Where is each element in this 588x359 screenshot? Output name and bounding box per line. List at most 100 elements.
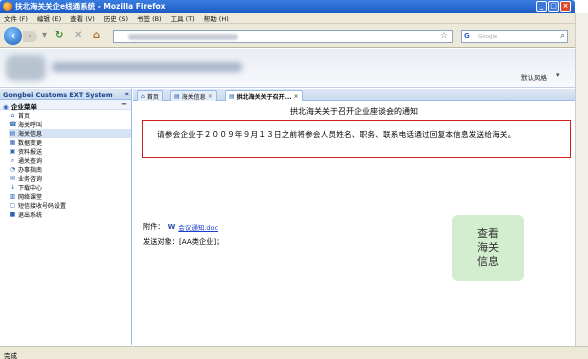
banner-title-blurred (52, 62, 242, 72)
exit-icon: ■ (9, 211, 16, 218)
sidebar-item-label: 网络课堂 (18, 194, 43, 201)
sidebar-item-customs-call[interactable]: ☎ 海关呼叫 (9, 120, 131, 129)
window-title: 扶北海关关企e线通系统 - Mozilla Firefox (15, 2, 166, 11)
sidebar-item-home[interactable]: ⌂ 首页 (9, 111, 131, 120)
menu-bookmarks[interactable]: 书签 (B) (137, 13, 162, 23)
sidebar-item-query[interactable]: ⌕ 通关查询 (9, 156, 131, 165)
sidebar-item-label: 通关查询 (18, 158, 43, 165)
consult-icon: ✉ (9, 175, 16, 182)
sidebar-item-classroom[interactable]: ▥ 网络课堂 (9, 192, 131, 201)
upload-icon: ▣ (9, 148, 16, 155)
home-icon: ⌂ (141, 92, 145, 100)
skin-select[interactable]: 默认风格 (521, 72, 547, 82)
tab-notice[interactable]: ▤ 拱北海关关于召开... × (225, 90, 303, 101)
status-text: 完成 (4, 352, 17, 359)
sidebar-item-label: 退出系统 (18, 212, 43, 219)
bookmark-star-icon[interactable]: ☆ (440, 31, 448, 41)
minimize-button[interactable]: _ (536, 1, 547, 12)
sms-icon: ▢ (9, 202, 16, 209)
forward-button[interactable]: › (23, 31, 37, 42)
document-icon: ▤ (229, 92, 235, 100)
tab-label: 海关信息 (181, 93, 206, 101)
menu-view[interactable]: 查看 (V) (70, 13, 95, 23)
menu-file[interactable]: 文件 (F) (4, 13, 28, 23)
info-icon: ▤ (9, 130, 16, 137)
collapse-icon[interactable]: « (124, 90, 129, 98)
call-icon: ☎ (9, 121, 17, 128)
tab-close-icon[interactable]: × (208, 93, 213, 100)
sidebar-item-label: 数据变更 (18, 140, 43, 147)
address-bar[interactable]: ☆ (113, 30, 453, 43)
notice-highlight-box: 请参会企业于２００９年９月１３日之前将参会人员姓名、职务、联系电话通过回复本信息… (142, 120, 571, 158)
sidebar-item-customs-info[interactable]: ▤ 海关信息 (9, 129, 131, 138)
sidebar-item-label: 业务咨询 (18, 176, 43, 183)
word-document-icon: W (167, 223, 176, 231)
section-toggle-icon[interactable]: − (121, 100, 127, 108)
back-button[interactable]: ‹ (4, 27, 22, 45)
tab-strip: ⌂ 首页 ▤ 海关信息 × ▤ 拱北海关关于召开... × (133, 89, 575, 101)
sidebar-item-label: 首页 (18, 113, 31, 120)
notice-body: 请参会企业于２００９年９月１３日之前将参会人员姓名、职务、联系电话通过回复本信息… (157, 130, 516, 139)
navigation-toolbar: ‹ › ▾ ↻ ✕ ⌂ ☆ G Google ⌕ (0, 24, 575, 48)
tab-label: 首页 (146, 93, 159, 101)
query-icon: ⌕ (10, 157, 15, 164)
tab-label: 拱北海关关于召开... (236, 93, 292, 101)
sidebar: Gongbei Customs EXT System « ◉ 企业菜单 − ⌂ 首… (0, 89, 132, 345)
tab-customs-info[interactable]: ▤ 海关信息 × (170, 90, 217, 101)
sidebar-menu: ⌂ 首页 ☎ 海关呼叫 ▤ 海关信息 ▦ 数据变更 ▣ 资料报送 ⌕ 通关查询 ◔ 办事指南 … (0, 110, 131, 219)
sidebar-item-guide[interactable]: ◔ 办事指南 (9, 165, 131, 174)
status-bar: 完成 (0, 346, 588, 359)
sidebar-item-label: 海关信息 (18, 131, 43, 138)
sidebar-item-exit[interactable]: ■ 退出系统 (9, 210, 131, 219)
google-icon: G (464, 32, 470, 40)
customs-logo-blurred (6, 55, 46, 81)
tab-home[interactable]: ⌂ 首页 (137, 90, 163, 101)
sidebar-item-label: 下载中心 (18, 185, 43, 192)
sidebar-item-consult[interactable]: ✉ 业务咨询 (9, 174, 131, 183)
search-placeholder: Google (478, 34, 498, 40)
view-customs-info-button[interactable]: 查看海关信息 (452, 215, 524, 281)
guide-icon: ◔ (9, 166, 16, 173)
window-scrollbar[interactable] (575, 13, 588, 346)
dropdown-arrow-icon[interactable]: ▾ (42, 30, 47, 41)
reload-icon[interactable]: ↻ (55, 30, 63, 41)
classroom-icon: ▥ (9, 193, 16, 200)
sidebar-header-title: Gongbei Customs EXT System (3, 91, 113, 99)
attachment-link[interactable]: 会议通知.doc (178, 222, 218, 232)
sidebar-item-download[interactable]: ↓ 下载中心 (9, 183, 131, 192)
sidebar-item-data-change[interactable]: ▦ 数据变更 (9, 138, 131, 147)
home-icon: ⌂ (10, 112, 15, 119)
stop-icon[interactable]: ✕ (74, 30, 82, 41)
menu-edit[interactable]: 编辑 (E) (37, 13, 61, 23)
menu-bar: 文件 (F) 编辑 (E) 查看 (V) 历史 (S) 书签 (B) 工具 (T… (0, 13, 575, 24)
main-panel: ⌂ 首页 ▤ 海关信息 × ▤ 拱北海关关于召开... × 拱北海关关于召开企业… (133, 89, 575, 345)
search-icon[interactable]: ⌕ (560, 31, 565, 41)
info-icon: ▤ (174, 92, 180, 100)
window-controls: _ □ × (536, 1, 571, 12)
sidebar-header: Gongbei Customs EXT System « (0, 89, 131, 100)
search-box[interactable]: G Google ⌕ (461, 30, 568, 43)
home-icon[interactable]: ⌂ (93, 30, 100, 41)
maximize-button[interactable]: □ (548, 1, 559, 12)
data-change-icon: ▦ (9, 139, 16, 146)
firefox-logo-icon (3, 2, 12, 11)
download-icon: ↓ (9, 184, 16, 191)
sidebar-item-upload[interactable]: ▣ 资料报送 (9, 147, 131, 156)
menu-help[interactable]: 帮助 (H) (204, 13, 229, 23)
sidebar-item-label: 海关呼叫 (18, 122, 43, 129)
send-to-text: 发送对象：[AA类企业]； (143, 237, 224, 246)
close-button[interactable]: × (560, 1, 571, 12)
sidebar-section[interactable]: ◉ 企业菜单 − (0, 100, 131, 111)
app-banner: 默认风格 ▾ (0, 49, 575, 88)
window-titlebar: 扶北海关关企e线通系统 - Mozilla Firefox _ □ × (0, 0, 575, 13)
chevron-down-icon[interactable]: ▾ (556, 71, 560, 79)
tab-close-icon[interactable]: × (294, 93, 299, 100)
menu-tools[interactable]: 工具 (T) (171, 13, 195, 23)
sidebar-item-label: 短信接收号码设置 (18, 203, 67, 210)
sidebar-section-title: 企业菜单 (10, 103, 37, 111)
attachment-row: 附件： W 会议通知.doc (143, 222, 218, 232)
menu-history[interactable]: 历史 (S) (104, 13, 128, 23)
sidebar-item-label: 资料报送 (18, 149, 43, 156)
sidebar-item-sms[interactable]: ▢ 短信接收号码设置 (9, 201, 131, 210)
view-button-label: 查看海关信息 (477, 227, 499, 268)
